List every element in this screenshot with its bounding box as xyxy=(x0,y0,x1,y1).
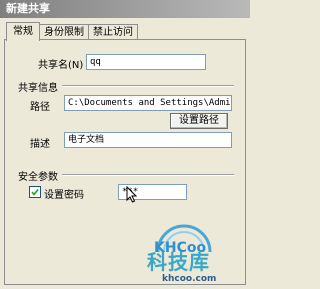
checkmark-icon xyxy=(31,189,39,196)
path-label: 路径 xyxy=(30,102,50,113)
set-path-button[interactable]: 设置路径 xyxy=(170,113,228,129)
description-input[interactable]: 电子文档 xyxy=(64,132,232,148)
share-info-divider xyxy=(62,85,234,87)
watermark-brand-text: 科技库 xyxy=(147,250,210,274)
share-name-input[interactable]: qq xyxy=(86,54,206,70)
window-title: 新建共享 xyxy=(6,2,50,15)
path-input[interactable]: C:\Documents and Settings\Administrat xyxy=(64,95,232,111)
set-password-label: 设置密码 xyxy=(44,190,84,201)
title-bar: 新建共享 xyxy=(0,0,250,18)
security-divider xyxy=(62,174,234,176)
mouse-pointer-icon xyxy=(126,186,138,203)
share-info-heading: 共享信息 xyxy=(18,83,58,94)
tab-deny-access[interactable]: 禁止访问 xyxy=(88,24,138,40)
tab-identity-limit[interactable]: 身份限制 xyxy=(39,24,89,40)
description-label: 描述 xyxy=(30,139,50,150)
security-heading: 安全参数 xyxy=(18,172,58,183)
watermark-url: khcoo.com xyxy=(162,274,217,284)
tab-general[interactable]: 常规 xyxy=(6,22,40,41)
set-password-checkbox[interactable] xyxy=(29,186,41,198)
share-name-label: 共享名(N) xyxy=(38,60,84,71)
